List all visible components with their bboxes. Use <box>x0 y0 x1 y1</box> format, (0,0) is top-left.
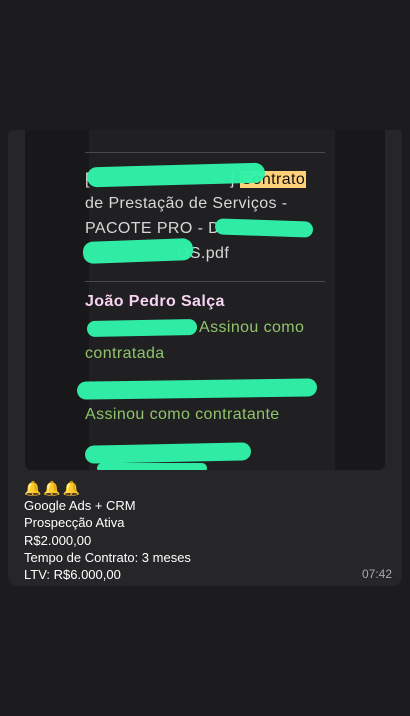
message-line: Google Ads + CRM <box>24 498 136 513</box>
signer-name: João Pedro Salça <box>85 293 225 310</box>
filename-line-2: de Prestação de Serviços - <box>85 195 288 212</box>
divider <box>85 281 325 282</box>
redaction-mark <box>84 442 252 464</box>
signed-status-contractor: Assinou como contratante <box>85 406 280 423</box>
signed-status-line-1: Assinou como <box>199 319 305 336</box>
message-line: Tempo de Contrato: 3 meses <box>24 549 191 565</box>
message-line: R$2.000,00 <box>24 532 92 548</box>
divider <box>85 152 325 153</box>
redaction-mark <box>97 463 207 470</box>
message-timestamp: 07:42 <box>361 567 392 581</box>
chat-screen: [] Contrato de Prestação de Serviços - P… <box>0 0 410 716</box>
redaction-mark <box>86 319 198 337</box>
document-preview[interactable]: [] Contrato de Prestação de Serviços - P… <box>25 130 385 470</box>
message-line: Prospecção Ativa <box>24 515 125 531</box>
redaction-mark <box>76 378 318 400</box>
filename-line-3: PACOTE PRO - D <box>85 220 221 237</box>
message-line: LTV: R$6.000,00 <box>24 567 121 583</box>
signed-status-line-2: contratada <box>85 345 165 362</box>
message-bubble[interactable]: [] Contrato de Prestação de Serviços - P… <box>8 130 402 586</box>
redaction-mark <box>214 218 314 238</box>
message-text: 🔔🔔🔔 Google Ads + CRM Prospecção Ativa R$… <box>24 479 394 583</box>
redaction-mark <box>82 238 194 264</box>
bell-icons: 🔔🔔🔔 <box>24 480 83 496</box>
